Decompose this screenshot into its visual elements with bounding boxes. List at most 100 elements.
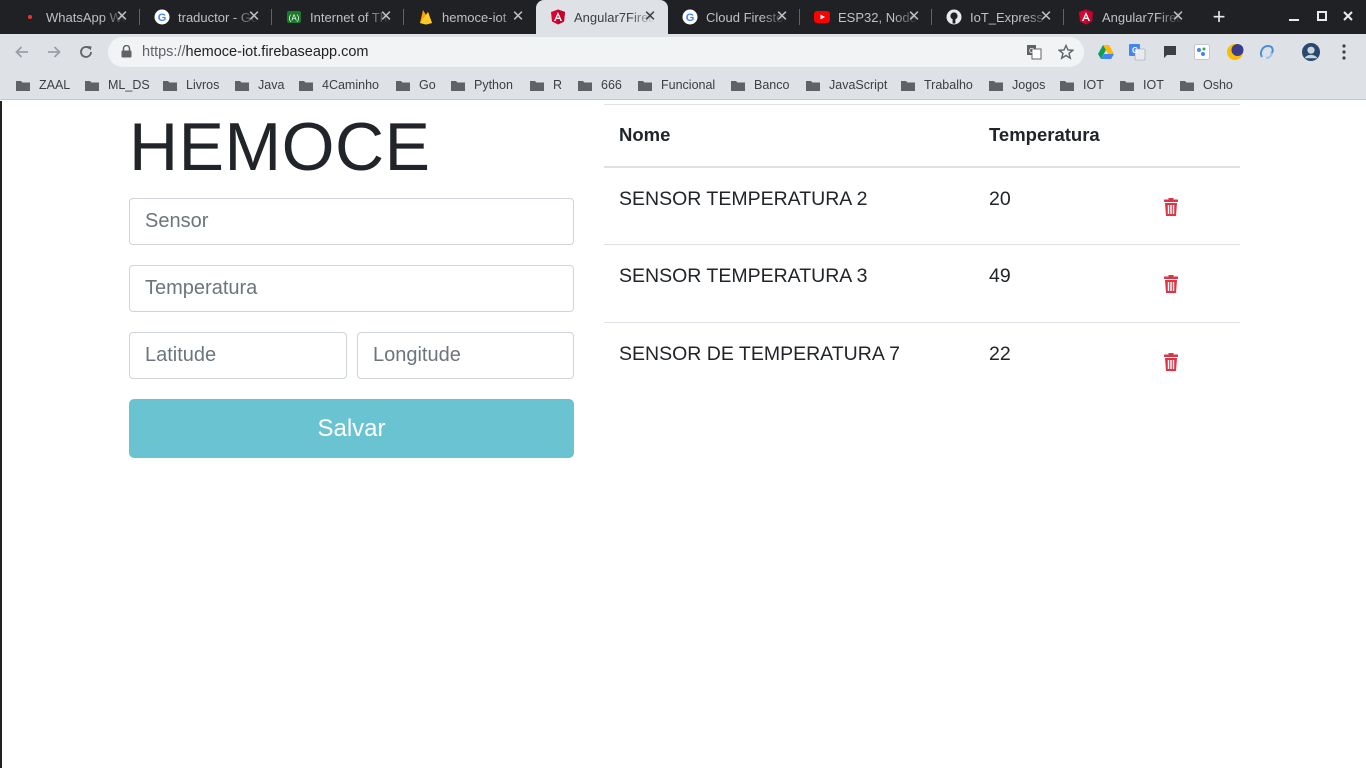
folder-icon — [235, 80, 249, 91]
actions-cell — [1164, 323, 1240, 401]
close-window-icon[interactable] — [1340, 8, 1356, 24]
bookmark-item[interactable]: 666 — [578, 76, 622, 94]
extension-swirl-icon[interactable] — [1258, 43, 1276, 61]
address-bar[interactable]: https://hemoce-iot.firebaseapp.com G — [108, 37, 1084, 67]
bookmark-item[interactable]: Trabalho — [901, 76, 973, 94]
bookmark-label: Livros — [186, 78, 220, 92]
folder-icon — [1180, 80, 1194, 91]
sensor-name-cell: SENSOR DE TEMPERATURA 7 — [619, 343, 901, 365]
youtube-icon — [814, 9, 830, 25]
tab-whatsapp[interactable]: WhatsApp Web ✕ — [8, 0, 140, 34]
sensor-name-cell: SENSOR TEMPERATURA 3 — [619, 265, 868, 287]
close-icon[interactable]: ✕ — [1170, 9, 1186, 25]
bookmark-item[interactable]: Livros — [163, 76, 219, 94]
bookmark-label: R — [553, 78, 563, 92]
google-drive-icon[interactable] — [1097, 43, 1115, 61]
tab-internet-of-things[interactable]: (A) Internet of Things ✕ — [272, 0, 404, 34]
svg-text:(A): (A) — [289, 14, 300, 23]
close-icon[interactable]: ✕ — [774, 9, 790, 25]
reload-icon[interactable] — [74, 40, 98, 64]
dark-reader-moon-icon[interactable] — [1226, 43, 1244, 61]
forward-arrow-icon[interactable] — [42, 40, 66, 64]
tab-angular7firebase-active[interactable]: Angular7Firebase ✕ — [536, 0, 668, 34]
profile-avatar[interactable] — [1302, 43, 1320, 61]
column-header-nome: Nome — [619, 124, 671, 146]
bookmark-item[interactable]: Osho — [1180, 76, 1233, 94]
page-content: HEMOCE Salvar Nome Temperatura SENSOR TE… — [0, 101, 1366, 768]
chat-bubble-icon[interactable] — [1161, 43, 1179, 61]
longitude-input[interactable] — [357, 332, 574, 379]
new-tab-plus-icon[interactable]: + — [1208, 6, 1230, 28]
bookmark-item[interactable]: IOT — [1120, 76, 1164, 94]
bookmark-item[interactable]: Java — [235, 76, 284, 94]
translate-icon[interactable]: G — [1026, 44, 1042, 60]
actions-cell — [1164, 245, 1240, 323]
folder-icon — [1120, 80, 1134, 91]
bookmark-item[interactable]: ZAAL — [16, 76, 70, 94]
bookmark-item[interactable]: Go — [396, 76, 436, 94]
more-menu-icon[interactable] — [1335, 43, 1353, 61]
temperature-cell: 49 — [989, 265, 1011, 287]
table-header-row: Nome Temperatura — [604, 104, 1240, 167]
tab-angular7firebase-2[interactable]: Angular7Firebase ✕ — [1064, 0, 1196, 34]
folder-icon — [1060, 80, 1074, 91]
folder-icon — [731, 80, 745, 91]
bookmark-label: ML_DS — [108, 78, 150, 92]
actions-cell — [1164, 167, 1240, 245]
close-icon[interactable]: ✕ — [642, 9, 658, 25]
folder-icon — [578, 80, 592, 91]
github-icon — [946, 9, 962, 25]
tab-iot-express[interactable]: IoT_Express ✕ — [932, 0, 1064, 34]
browser-toolbar: https://hemoce-iot.firebaseapp.com G G — [0, 34, 1366, 70]
sensor-input[interactable] — [129, 198, 574, 245]
tab-traductor[interactable]: G traductor - Google ✕ — [140, 0, 272, 34]
bookmark-item[interactable]: IOT — [1060, 76, 1104, 94]
column-header-actions — [1164, 105, 1240, 167]
bookmark-star-icon[interactable] — [1058, 44, 1074, 60]
column-header-temperatura: Temperatura — [989, 124, 1100, 146]
folder-icon — [638, 80, 652, 91]
bookmark-label: IOT — [1143, 78, 1164, 92]
bookmark-item[interactable]: JavaScript — [806, 76, 887, 94]
bookmark-label: JavaScript — [829, 78, 888, 92]
bookmark-item[interactable]: Funcional — [638, 76, 715, 94]
url-text[interactable]: https://hemoce-iot.firebaseapp.com — [142, 44, 369, 60]
bookmark-item[interactable]: R — [530, 76, 562, 94]
temperatura-input[interactable] — [129, 265, 574, 312]
bookmark-item[interactable]: 4Caminho — [299, 76, 379, 94]
lock-icon[interactable] — [121, 44, 132, 63]
bookmark-item[interactable]: ML_DS — [85, 76, 150, 94]
back-arrow-icon[interactable] — [10, 40, 34, 64]
close-icon[interactable]: ✕ — [378, 9, 394, 25]
svg-text:G: G — [158, 12, 167, 24]
bookmark-label: 4Caminho — [322, 78, 379, 92]
bookmark-label: Trabalho — [924, 78, 973, 92]
close-icon[interactable]: ✕ — [114, 9, 130, 25]
save-button[interactable]: Salvar — [129, 399, 574, 458]
bookmark-item[interactable]: Banco — [731, 76, 789, 94]
table-row: SENSOR TEMPERATURA 3 49 — [604, 245, 1240, 323]
tab-esp32[interactable]: ESP32, NodeMCU ✕ — [800, 0, 932, 34]
svg-text:G: G — [1029, 48, 1034, 55]
maximize-icon[interactable] — [1314, 8, 1330, 24]
close-icon[interactable]: ✕ — [906, 9, 922, 25]
bookmark-label: Java — [258, 78, 285, 92]
latitude-input[interactable] — [129, 332, 347, 379]
close-icon[interactable]: ✕ — [510, 9, 526, 25]
trash-icon[interactable] — [1164, 197, 1178, 216]
trash-icon[interactable] — [1164, 353, 1178, 371]
bookmark-item[interactable]: Jogos — [989, 76, 1045, 94]
bookmark-label: Jogos — [1012, 78, 1046, 92]
google-icon: G — [682, 9, 698, 25]
sensor-table: Nome Temperatura SENSOR TEMPERATURA 2 20… — [604, 104, 1240, 401]
trash-icon[interactable] — [1164, 275, 1178, 293]
folder-icon — [530, 80, 544, 91]
close-icon[interactable]: ✕ — [246, 9, 262, 25]
tab-cloud-firestore[interactable]: G Cloud Firestore ✕ — [668, 0, 800, 34]
tab-hemoce-iot[interactable]: hemoce-iot ✕ — [404, 0, 536, 34]
minimize-icon[interactable] — [1286, 8, 1302, 24]
extension-dots-icon[interactable] — [1193, 43, 1211, 61]
close-icon[interactable]: ✕ — [1038, 9, 1054, 25]
bookmark-item[interactable]: Python — [451, 76, 513, 94]
google-translate-ext-icon[interactable]: G — [1128, 43, 1146, 61]
